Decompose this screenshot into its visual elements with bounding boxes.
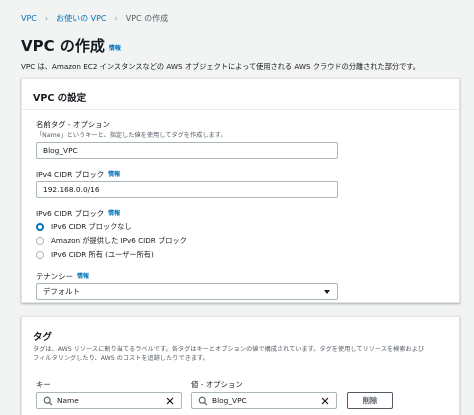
tags-description-line1: タグは、AWS リソースに割り当てるラベルです。各タグはキーとオプションの値で構… xyxy=(33,346,425,353)
tags-panel: タグ タグは、AWS リソースに割り当てるラベルです。各タグはキーとオプションの… xyxy=(21,316,460,415)
chevron-right-icon: › xyxy=(44,14,49,23)
ipv6-cidr-label-text: IPv6 CIDR ブロック xyxy=(36,209,105,218)
name-tag-description: 「Name」というキーと、指定した値を使用してタグを作成します。 xyxy=(36,132,227,139)
chevron-right-icon: › xyxy=(114,14,118,23)
vpc-settings-title: VPC の設定 xyxy=(33,93,87,104)
ipv4-cidr-label: IPv4 CIDR ブロック 情報 xyxy=(36,169,120,180)
ipv6-info-link[interactable]: 情報 xyxy=(108,210,120,217)
tag-value-label: 値 - オプション xyxy=(191,380,243,389)
close-icon[interactable] xyxy=(165,396,175,406)
caret-down-icon xyxy=(324,290,330,294)
name-tag-label: 名前タグ - オプション xyxy=(36,120,110,129)
ipv6-option-amazon[interactable]: Amazon が提供した IPv6 CIDR ブロック xyxy=(36,236,187,246)
ipv6-option-none[interactable]: IPv6 CIDR ブロックなし xyxy=(36,222,132,232)
tag-key-value: Name xyxy=(57,396,79,405)
vpc-settings-panel: VPC の設定 名前タグ - オプション 「Name」というキーと、指定した値を… xyxy=(21,78,460,303)
breadcrumb-vpc[interactable]: VPC xyxy=(21,14,37,23)
ipv6-option-owned[interactable]: IPv6 CIDR 所有 (ユーザー所有) xyxy=(36,250,154,260)
search-icon xyxy=(43,396,53,406)
page-title-text: VPC の作成 xyxy=(21,37,105,55)
ipv6-cidr-label: IPv6 CIDR ブロック 情報 xyxy=(36,208,120,219)
radio-icon[interactable] xyxy=(36,251,44,259)
radio-icon[interactable] xyxy=(36,237,44,245)
tags-title: タグ xyxy=(33,332,53,343)
ipv4-info-link[interactable]: 情報 xyxy=(108,171,120,178)
search-icon xyxy=(198,396,208,406)
ipv6-option-owned-label: IPv6 CIDR 所有 (ユーザー所有) xyxy=(51,250,154,259)
ipv4-cidr-label-text: IPv4 CIDR ブロック xyxy=(36,170,105,179)
tenancy-select[interactable]: デフォルト xyxy=(36,283,338,300)
radio-selected-icon[interactable] xyxy=(36,223,44,231)
tag-key-input[interactable]: Name xyxy=(36,392,182,409)
ipv6-option-amazon-label: Amazon が提供した IPv6 CIDR ブロック xyxy=(51,236,187,245)
ipv6-option-none-label: IPv6 CIDR ブロックなし xyxy=(51,222,132,231)
breadcrumb-your-vpcs[interactable]: お使いの VPC xyxy=(56,13,106,24)
tag-key-label: キー xyxy=(36,380,51,389)
remove-tag-button[interactable]: 削除 xyxy=(347,392,393,409)
ipv4-cidr-input[interactable]: 192.168.0.0/16 xyxy=(36,181,338,198)
tenancy-label: テナンシー 情報 xyxy=(36,271,89,282)
tenancy-label-text: テナンシー xyxy=(36,272,73,281)
breadcrumb-create-vpc: VPC の作成 xyxy=(125,14,169,23)
breadcrumb: VPC › お使いの VPC › VPC の作成 xyxy=(21,13,168,24)
page-title: VPC の作成 情報 xyxy=(21,35,121,56)
close-icon[interactable] xyxy=(320,396,330,406)
tag-value-input[interactable]: Blog_VPC xyxy=(191,392,337,409)
tag-value-value: Blog_VPC xyxy=(212,396,247,405)
name-tag-input[interactable]: Blog_VPC xyxy=(36,142,338,159)
tenancy-selected-value: デフォルト xyxy=(43,287,80,296)
vpc-settings-header: VPC の設定 xyxy=(22,79,459,110)
page-description: VPC は、Amazon EC2 インスタンスなどの AWS オブジェクトによっ… xyxy=(21,62,420,71)
page-info-link[interactable]: 情報 xyxy=(109,45,121,52)
tags-description-line2: フィルタリングしたり、AWS のコストを追跡したりできます。 xyxy=(33,355,209,362)
tenancy-info-link[interactable]: 情報 xyxy=(77,273,89,280)
